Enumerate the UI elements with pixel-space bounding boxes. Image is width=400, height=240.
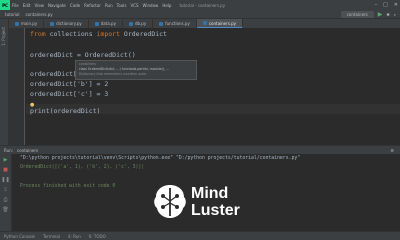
popup-doc: Dictionary that remembers insertion orde…	[79, 72, 147, 76]
run-icon[interactable]: ▶	[378, 11, 383, 18]
tab-data[interactable]: data.py	[89, 19, 123, 28]
code-line-9: print(orderedDict)	[30, 107, 101, 115]
run-side-toolbar: ▶ ■ ❚❚ ⇩ ⎙ 🗑	[0, 154, 12, 232]
menu-refactor[interactable]: Refactor	[82, 3, 103, 8]
brain-icon	[154, 185, 186, 218]
run-config-selector[interactable]: containers	[340, 11, 374, 18]
run-tab[interactable]: 4: Run	[68, 234, 81, 239]
menu-help[interactable]: Help	[160, 3, 173, 8]
tab-containers[interactable]: containers.py	[196, 19, 244, 28]
print-icon[interactable]: ⎙	[3, 197, 7, 203]
search-icon[interactable]: ⌕	[394, 12, 396, 17]
menu-run[interactable]: Run	[103, 3, 115, 8]
run-panel-header: Run: containers ⚙	[0, 146, 400, 154]
python-file-icon	[15, 21, 19, 26]
tab-functions[interactable]: functions.py	[153, 19, 197, 28]
code-line-3: orderedDict = OrderedDict()	[30, 51, 136, 59]
menu-view[interactable]: View	[32, 3, 46, 8]
menu-file[interactable]: File	[10, 3, 21, 8]
tab-main[interactable]: main.py	[9, 19, 45, 28]
menu-vcs[interactable]: VCS	[128, 3, 140, 8]
run-config-tab[interactable]: containers	[17, 148, 38, 153]
terminal-tab[interactable]: Terminal	[43, 234, 60, 239]
breadcrumb-file[interactable]: containers.py	[22, 12, 55, 17]
python-file-icon	[50, 21, 55, 26]
trash-icon[interactable]: 🗑	[2, 207, 8, 213]
run-toolbar: containers ▶ ✱ ⌕	[340, 10, 396, 19]
minimize-icon[interactable]: –	[375, 0, 378, 10]
code-line-7: orderedDict['c'] = 3	[30, 90, 109, 98]
menu-tools[interactable]: Tools	[115, 3, 129, 8]
console-exit-line: Process finished with exit code 0	[20, 184, 116, 189]
autocomplete-popup[interactable]: containers class OrderedDict(dict, ...) …	[75, 60, 197, 80]
status-bar: Python Console Terminal 4: Run 6: TODO	[0, 231, 400, 240]
python-file-icon	[94, 21, 99, 26]
tab-db[interactable]: db.py	[123, 19, 154, 28]
watermark-text: Mind Luster	[191, 185, 240, 219]
maximize-icon[interactable]: □	[383, 0, 388, 10]
menu-navigate[interactable]: Navigate	[46, 3, 68, 8]
menu-edit[interactable]: Edit	[21, 3, 33, 8]
rerun-icon[interactable]: ▶	[4, 157, 8, 163]
breadcrumb-project[interactable]: tutorial	[2, 12, 22, 17]
debug-icon[interactable]: ✱	[386, 12, 389, 17]
code-editor[interactable]: from collections import OrderedDict orde…	[26, 28, 400, 145]
pycharm-logo: PC	[0, 0, 10, 10]
console-command-line: "D:\python projects\tutorial\venv\Script…	[20, 156, 301, 161]
editor-tabs: main.py dictionary.py data.py db.py func…	[9, 19, 400, 28]
close-icon[interactable]: ✕	[394, 0, 398, 10]
menu-window[interactable]: Window	[141, 3, 161, 8]
code-line-1: from collections import OrderedDict	[30, 30, 167, 38]
mindluster-watermark: Mind Luster	[152, 183, 272, 225]
project-tool-tab[interactable]: 1: Project	[1, 27, 6, 46]
window-controls: – □ ✕	[375, 0, 398, 10]
scroll-end-icon[interactable]: ⇩	[3, 187, 7, 193]
line-gutter	[9, 28, 25, 145]
gear-icon[interactable]: ⚙	[390, 148, 394, 153]
console-output[interactable]: "D:\python projects\tutorial\venv\Script…	[20, 154, 300, 189]
python-file-icon	[128, 21, 133, 26]
python-file-icon	[202, 21, 207, 25]
code-line-6: orderedDict['b'] = 2	[30, 80, 109, 88]
tab-dictionary[interactable]: dictionary.py	[44, 19, 89, 28]
stop-icon[interactable]: ■	[3, 167, 8, 173]
run-label: Run:	[4, 147, 14, 153]
window-title: tutorial - containers.py	[179, 2, 226, 8]
todo-tab[interactable]: 6: TODO	[89, 234, 106, 239]
intention-bulb-icon[interactable]: ●	[30, 102, 34, 108]
console-output-line: OrderedDict([('a', 1), ('b', 2), ('c', 3…	[20, 165, 145, 170]
python-file-icon	[159, 21, 164, 26]
pause-icon[interactable]: ❚❚	[1, 177, 9, 183]
python-console-tab[interactable]: Python Console	[4, 234, 35, 239]
menu-code[interactable]: Code	[68, 3, 82, 8]
menu-bar: PC File Edit View Navigate Code Refactor…	[0, 0, 400, 10]
